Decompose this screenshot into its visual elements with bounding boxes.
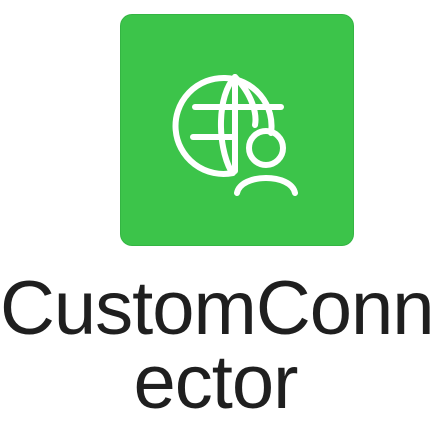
app-tile[interactable] [120,14,354,246]
globe-user-icon [172,74,298,196]
app-label: CustomConn ector [0,266,431,425]
app-launcher-item[interactable]: CustomConn ector [0,0,431,430]
app-label-line-1: CustomConn [0,266,431,351]
app-label-line-2: ector [133,340,299,425]
